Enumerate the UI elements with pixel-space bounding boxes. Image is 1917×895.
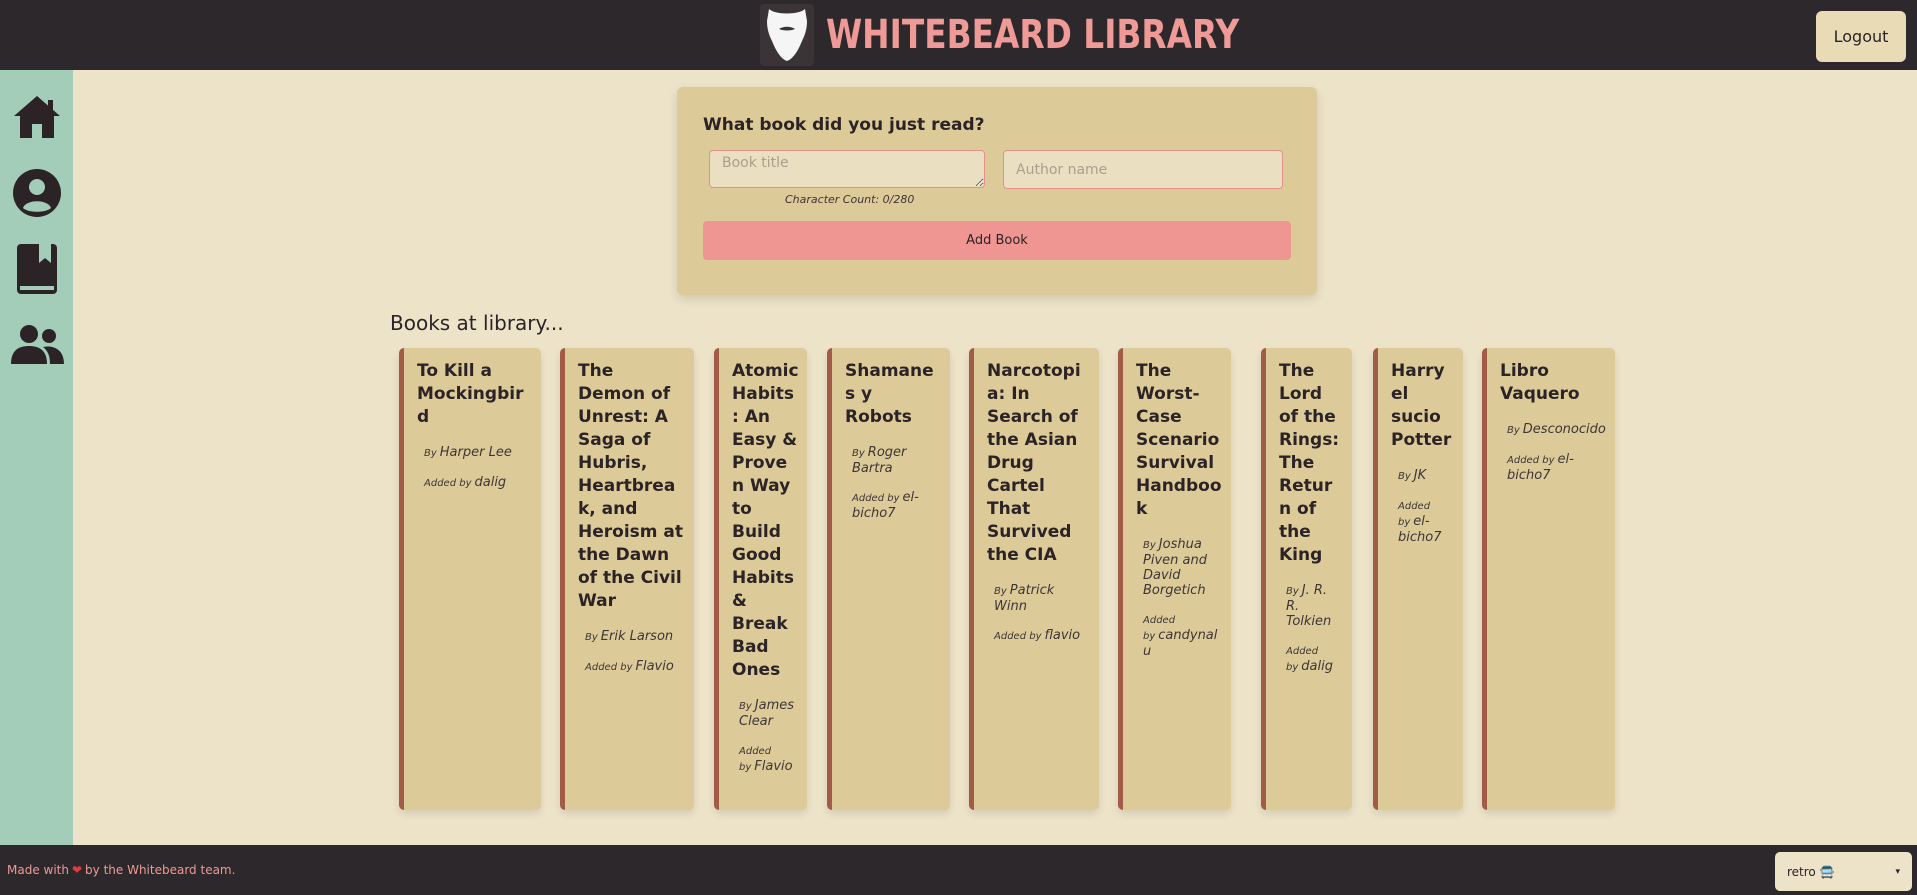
by-label: By <box>424 448 437 459</box>
author-name-input[interactable] <box>1003 150 1283 189</box>
book-added-by: Added by dalig <box>424 475 533 491</box>
footer-suffix: by the Whitebeard team. <box>85 863 236 877</box>
book-card[interactable]: The Worst-Case Scenario Survival Handboo… <box>1118 348 1231 810</box>
theme-select-value: retro 🚍 <box>1787 864 1835 879</box>
book-title: The Lord of the Rings: The Return of the… <box>1279 361 1340 565</box>
book-title: The Demon of Unrest: A Saga of Hubris, H… <box>578 361 683 611</box>
book-added-by: Added by el-bicho7 <box>1398 498 1455 545</box>
book-added-by: Added by Flavio <box>585 659 686 675</box>
add-book-button[interactable]: Add Book <box>703 221 1291 260</box>
book-author: By J. R. R. Tolkien <box>1286 583 1344 629</box>
added-by-user: flavio <box>1044 628 1081 643</box>
book-author: By Desconocido <box>1507 422 1607 438</box>
by-label: By <box>1286 586 1299 597</box>
book-title: Atomic Habits: An Easy & Proven Way to B… <box>732 361 799 680</box>
author-name: Desconocido <box>1522 422 1606 437</box>
book-title: Harry el sucio Potter <box>1391 361 1452 450</box>
by-label: By <box>739 701 752 712</box>
added-by-label: Added by <box>585 662 633 673</box>
chevron-down-icon: ▾ <box>1895 866 1900 877</box>
sidebar-item-profile[interactable] <box>8 165 65 221</box>
book-author: By Roger Bartra <box>852 445 942 476</box>
app-title: WHITEBEARD LIBRARY <box>826 12 1240 58</box>
book-added-by: Added by flavio <box>994 628 1091 644</box>
added-by-label: Added by <box>1507 455 1555 466</box>
by-label: By <box>852 448 865 459</box>
added-by-label: Added by <box>852 493 900 504</box>
book-card[interactable]: Libro Vaquero By Desconocido Added by el-b… <box>1482 348 1615 810</box>
footer-prefix: Made with <box>7 863 69 877</box>
added-by-label: Added by <box>994 631 1042 642</box>
by-label: By <box>1398 471 1411 482</box>
book-card[interactable]: Atomic Habits: An Easy & Proven Way to B… <box>714 348 807 810</box>
book-card[interactable]: To Kill a Mockingbird By Harper Lee Added… <box>399 348 541 810</box>
character-count: Character Count: 0/280 <box>785 193 915 206</box>
add-book-form: What book did you just read? Character C… <box>677 87 1317 295</box>
book-list: To Kill a Mockingbird By Harper Lee Added… <box>0 348 1917 810</box>
footer-credit: Made with ❤ by the Whitebeard team. <box>7 863 235 877</box>
book-title: Narcotopia: In Search of the Asian Drug … <box>987 361 1081 565</box>
footer: Made with ❤ by the Whitebeard team. <box>0 845 1917 895</box>
logout-button[interactable]: Logout <box>1816 11 1906 62</box>
author-name: Harper Lee <box>439 445 512 460</box>
book-author: By JK <box>1398 468 1455 484</box>
book-card[interactable]: The Demon of Unrest: A Saga of Hubris, H… <box>560 348 694 810</box>
book-author: By Harper Lee <box>424 445 533 461</box>
added-by-label: Added by <box>424 478 472 489</box>
sidebar-item-books[interactable] <box>8 241 65 297</box>
book-author: By Patrick Winn <box>994 583 1091 614</box>
whitebeard-logo-icon <box>760 4 814 66</box>
brand[interactable]: WHITEBEARD LIBRARY <box>760 0 1330 70</box>
book-author: By Erik Larson <box>585 629 686 645</box>
added-by-user: Flavio <box>754 759 793 774</box>
book-added-by: Added by el-bicho7 <box>1507 452 1607 483</box>
book-title: To Kill a Mockingbird <box>417 361 524 427</box>
author-name: JK <box>1413 468 1427 483</box>
book-title: Libro Vaquero <box>1500 361 1580 404</box>
home-icon <box>13 96 60 138</box>
added-by-user: Flavio <box>635 659 674 674</box>
book-added-by: Added by Flavio <box>739 743 799 775</box>
by-label: By <box>585 632 598 643</box>
book-added-by: Added by dalig <box>1286 643 1344 675</box>
added-by-user: dalig <box>474 475 507 490</box>
by-label: By <box>1507 425 1520 436</box>
author-name: Erik Larson <box>600 629 674 644</box>
book-title: Shamanes y Robots <box>845 361 934 427</box>
book-author: By Joshua Piven and David Borgetich <box>1143 537 1223 598</box>
book-title-input[interactable] <box>709 150 985 188</box>
form-heading: What book did you just read? <box>703 115 985 135</box>
heart-icon: ❤ <box>71 863 83 877</box>
book-card[interactable]: Narcotopia: In Search of the Asian Drug … <box>969 348 1099 810</box>
book-card[interactable]: The Lord of the Rings: The Return of the… <box>1261 348 1352 810</box>
theme-select[interactable]: retro 🚍 ▾ <box>1775 852 1912 891</box>
book-card[interactable]: Shamanes y Robots By Roger Bartra Added b… <box>827 348 950 810</box>
top-navbar: WHITEBEARD LIBRARY Logout <box>0 0 1917 70</box>
by-label: By <box>994 586 1007 597</box>
book-icon <box>16 244 57 294</box>
book-title: The Worst-Case Scenario Survival Handboo… <box>1136 361 1222 519</box>
books-section-heading: Books at library... <box>390 311 564 335</box>
by-label: By <box>1143 540 1156 551</box>
book-added-by: Added by candynalu <box>1143 612 1223 659</box>
user-profile-icon <box>12 169 61 217</box>
added-by-user: dalig <box>1301 659 1333 674</box>
sidebar-item-home[interactable] <box>8 89 65 145</box>
book-card[interactable]: Harry el sucio Potter By JK Added by el-bi… <box>1373 348 1463 810</box>
book-added-by: Added by el-bicho7 <box>852 490 942 521</box>
book-author: By James Clear <box>739 698 799 729</box>
